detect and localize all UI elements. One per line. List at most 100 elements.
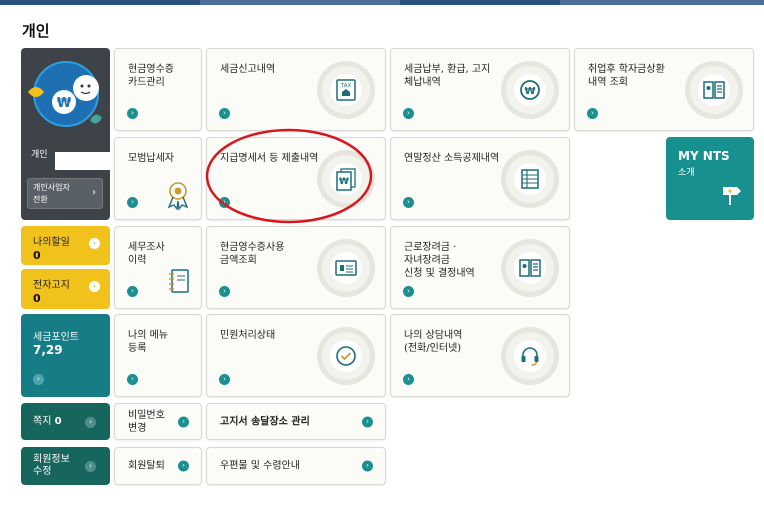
civil-status-card[interactable]: 민원처리상태 › [206,314,386,397]
icon-ring [501,326,559,385]
arrow-right-icon: › [127,374,138,385]
notice-address-card[interactable]: 고지서 송달장소 관리 › [206,403,386,440]
icon-ring [501,149,559,208]
icon-ring: ₩ [317,149,375,208]
withdraw-card[interactable]: 회원탈퇴 › [114,447,202,485]
profile-name-mask [55,152,110,170]
check-circle-icon [336,345,356,366]
profile-card: ₩ 개인 개인사업자전환 › [21,48,110,220]
card-label: 민원처리상태 [220,330,276,341]
arrow-right-icon: › [403,108,414,119]
receipt-icon [335,259,357,276]
card-label: 연말정산 소득공제내역 [404,153,500,164]
card-label: 모범납세자 [128,153,174,164]
card-label: 우편물 및 수령안내 [220,460,300,472]
svg-text:₩: ₩ [57,96,72,111]
signpost-icon [723,187,741,205]
switch-label-line2: 전환 [33,195,48,204]
arrow-right-icon: › [33,374,44,385]
arrow-right-icon: › [362,460,373,472]
notebook-icon [169,269,189,293]
tax-points-value: 7,29 [33,343,63,357]
icon-ring: ₩ [501,60,559,119]
icon-ring [317,326,375,385]
model-taxpayer-card[interactable]: 모범납세자 › [114,137,202,220]
svg-text:₩: ₩ [524,86,535,97]
medal-icon [167,182,189,210]
cash-receipt-usage-card[interactable]: 현금영수증사용 금액조회 › [206,226,386,309]
documents-won-icon: ₩ [336,167,356,191]
member-info-card[interactable]: 회원정보 수정 › [21,447,110,485]
todo-count: 0 [33,249,41,262]
arrow-right-icon: › [85,461,96,472]
card-label: 근로장려금 · 자녀장려금 신청 및 결정내역 [404,242,475,279]
arrow-right-icon: › [89,281,100,292]
card-label: 비밀번호 변경 [128,409,165,434]
card-label: 세무조사 이력 [128,242,165,266]
arrow-right-icon: › [219,374,230,385]
page-title: 개인 [22,22,50,40]
tax-audit-card[interactable]: 세무조사 이력 › [114,226,202,309]
earned-income-incentive-card[interactable]: 근로장려금 · 자녀장려금 신청 및 결정내역 › [390,226,570,309]
profile-name: 개인 [31,150,48,160]
tax-document-icon: TAX [336,78,356,101]
note-label: 쪽지 0 [33,415,62,427]
todo-label: 나의할일 [33,237,70,248]
arrow-right-icon: › [403,197,414,208]
open-book-icon [703,80,725,99]
arrow-right-icon: › [403,286,414,297]
top-nav-segment [200,0,400,5]
icon-ring [501,238,559,297]
arrow-right-icon: › [178,416,189,427]
arrow-right-icon: › [127,197,138,208]
tax-points-card[interactable]: 세금포인트 7,29 › [21,314,110,397]
cash-receipt-card-card[interactable]: 현금영수증 카드관리 › [114,48,202,131]
card-label: 나의 상담내역 (전화/인터넷) [404,330,463,354]
card-label: 세금납부, 환급, 고지 체납내역 [404,64,491,88]
icon-ring [317,238,375,297]
student-loan-card[interactable]: 취업후 학자금상환 내역 조회 › [574,48,754,131]
card-label: 나의 메뉴 등록 [128,330,168,354]
card-label: 현금영수증사용 금액조회 [220,242,285,266]
note-card[interactable]: 쪽지 0 › [21,403,110,440]
switch-label-line1: 개인사업자 [33,183,70,192]
todo-card[interactable]: 나의할일 0 › [21,226,110,265]
card-label: 취업후 학자금상환 내역 조회 [588,64,665,88]
mail-receipt-card[interactable]: 우편물 및 수령안내 › [206,447,386,485]
password-change-card[interactable]: 비밀번호 변경 › [114,403,202,440]
open-book-icon [519,258,541,277]
tax-report-card[interactable]: 세금신고내역 › TAX [206,48,386,131]
my-nts-title: MY NTS [678,149,730,163]
avatar-icon: ₩ [28,61,102,127]
card-label: 지급명세서 등 제출내역 [220,153,319,164]
switch-business-button[interactable]: 개인사업자전환 › [27,178,103,209]
arrow-right-icon: › [127,286,138,297]
icon-ring: TAX [317,60,375,119]
my-nts-card[interactable]: MY NTS 소개 [666,137,754,220]
member-info-label: 회원정보 수정 [33,454,70,477]
my-nts-subtitle: 소개 [678,168,695,178]
arrow-right-icon: › [89,238,100,249]
tax-points-label: 세금포인트 [33,332,79,343]
card-label: 회원탈퇴 [128,460,165,472]
payment-statement-card[interactable]: 지급명세서 등 제출내역 › ₩ [206,137,386,220]
arrow-right-icon: › [362,416,373,427]
my-menu-card[interactable]: 나의 메뉴 등록 › [114,314,202,397]
year-end-settlement-card[interactable]: 연말정산 소득공제내역 › [390,137,570,220]
won-coin-icon: ₩ [520,79,540,100]
arrow-right-icon: › [219,108,230,119]
svg-text:₩: ₩ [339,177,349,187]
arrow-right-icon: › [127,108,138,119]
e-notice-card[interactable]: 전자고지 0 › [21,269,110,309]
top-nav-bar [0,0,764,5]
chevron-right-icon: › [92,187,96,198]
headset-icon [521,346,539,366]
spreadsheet-icon [521,168,539,189]
e-notice-count: 0 [33,292,41,305]
consultation-history-card[interactable]: 나의 상담내역 (전화/인터넷) › [390,314,570,397]
arrow-right-icon: › [85,416,96,428]
tax-payment-card[interactable]: 세금납부, 환급, 고지 체납내역 › ₩ [390,48,570,131]
card-label: 현금영수증 카드관리 [128,64,174,88]
icon-ring [685,60,743,119]
arrow-right-icon: › [219,286,230,297]
